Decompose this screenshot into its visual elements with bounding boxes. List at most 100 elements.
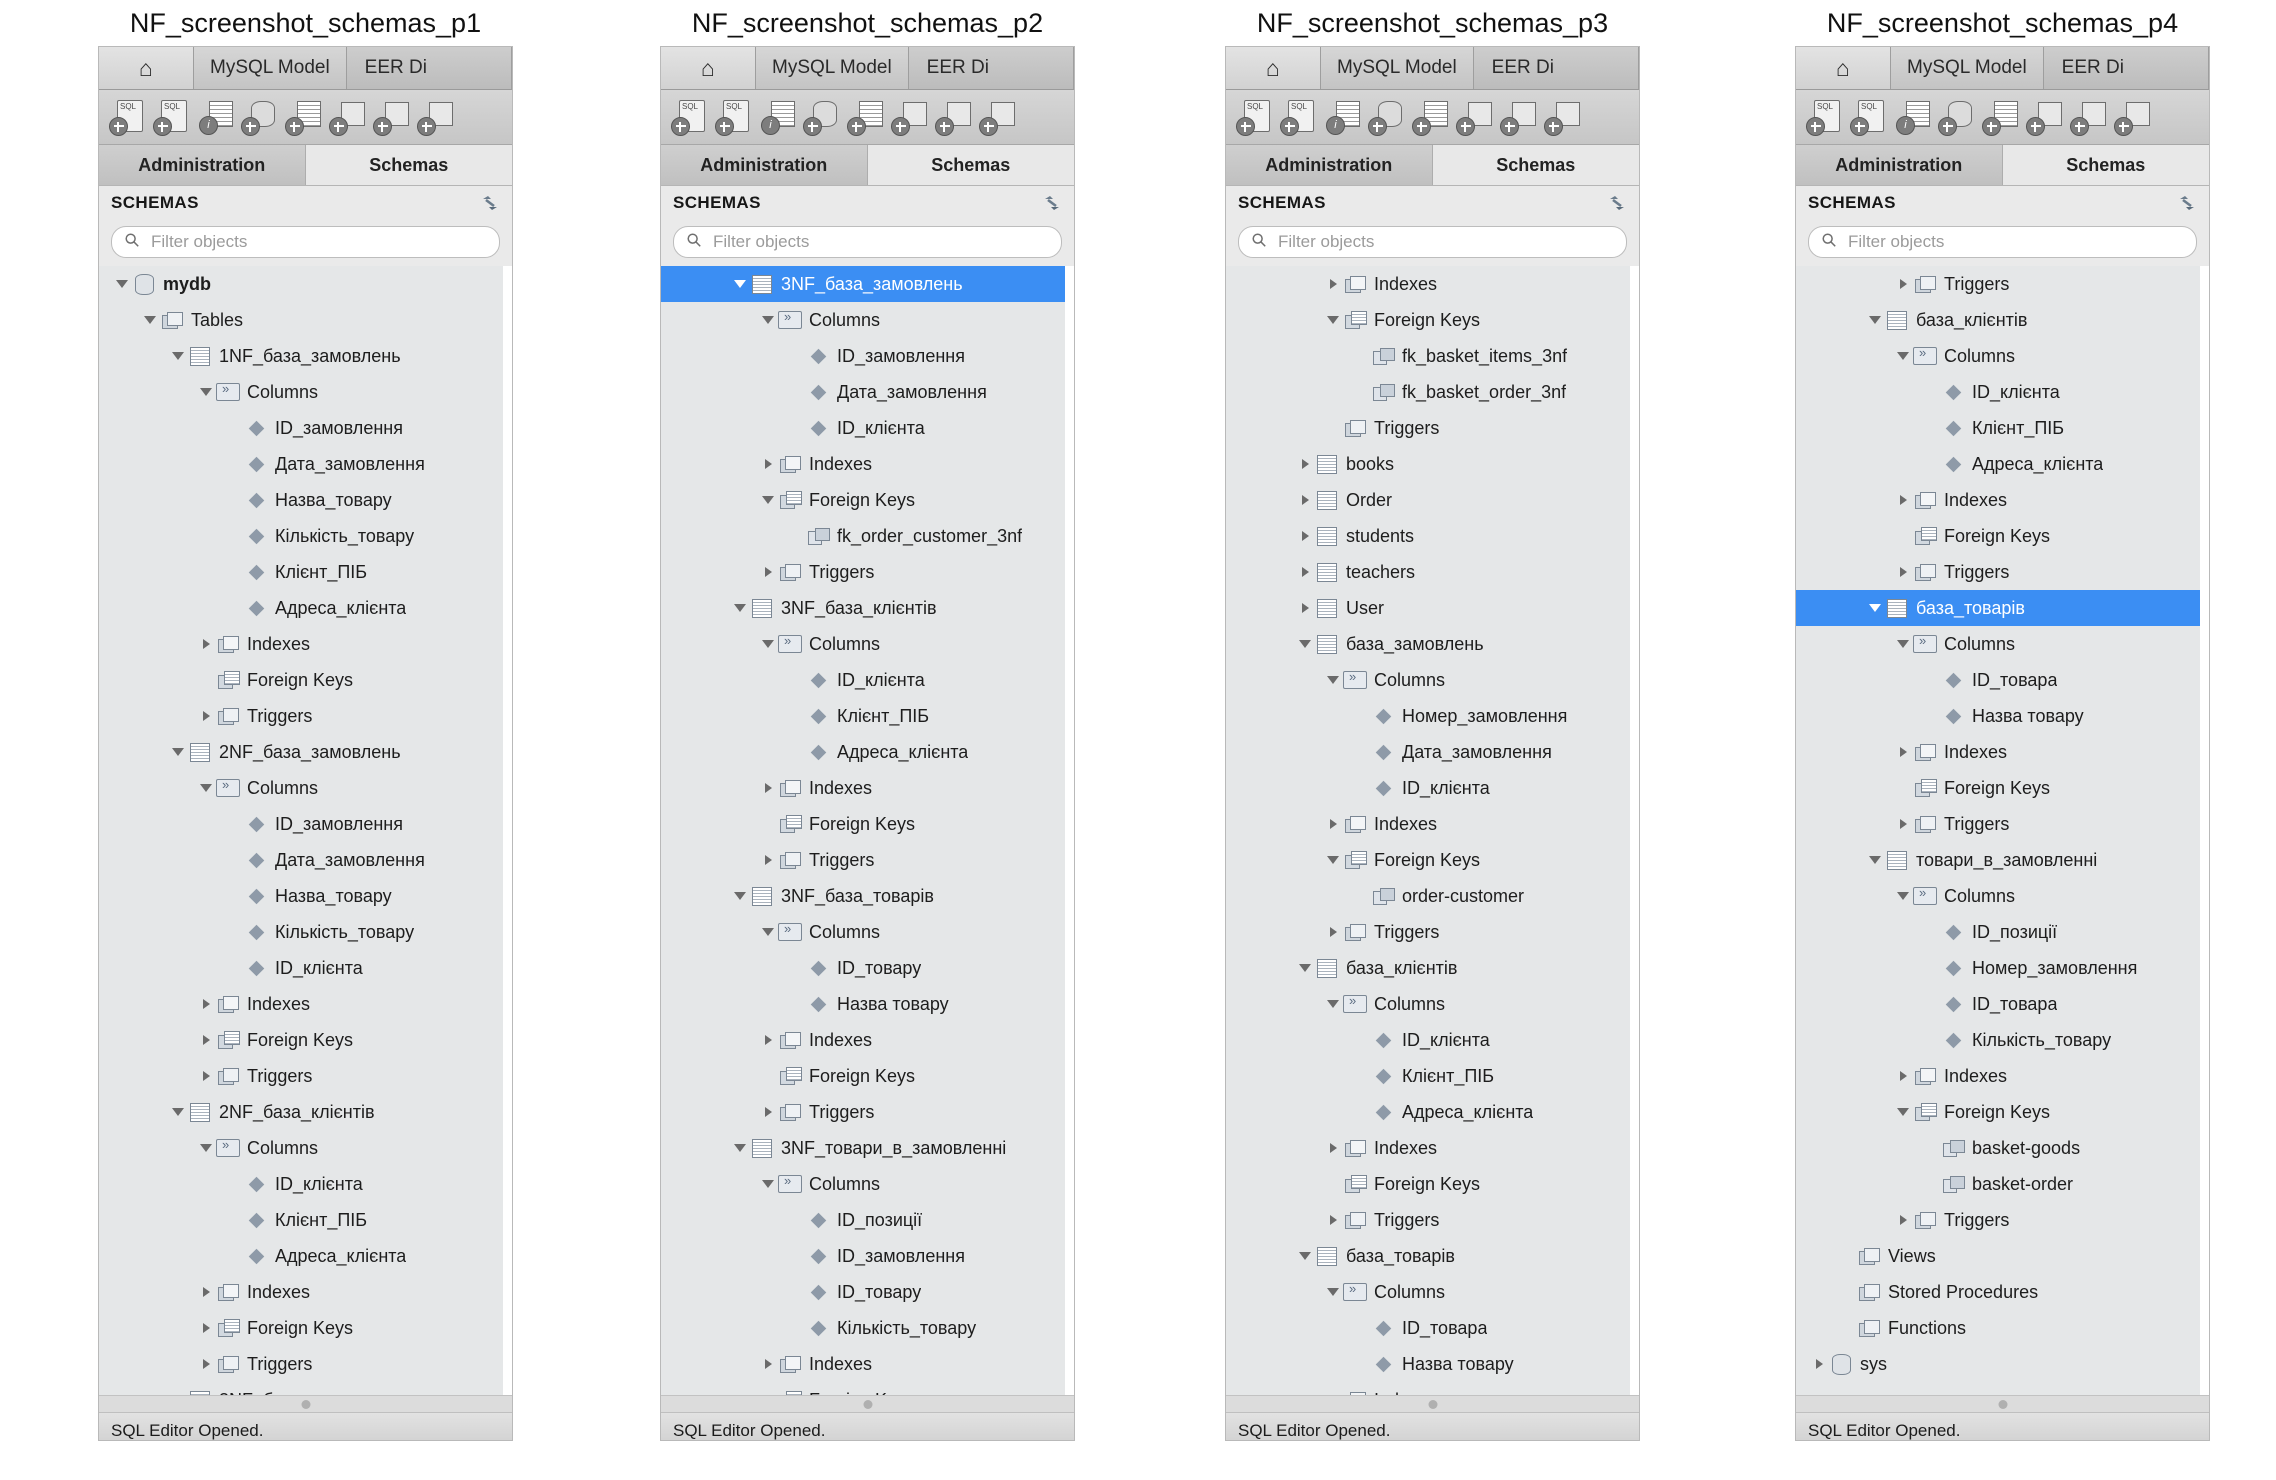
- toolbar-icon-new-table[interactable]: [1412, 98, 1450, 136]
- chevron-right-icon[interactable]: [759, 567, 777, 577]
- tree-row[interactable]: ID_клієнта: [99, 1166, 512, 1202]
- tree-row[interactable]: Клієнт_ПІБ: [661, 698, 1074, 734]
- horizontal-scrollbar[interactable]: [99, 1395, 512, 1412]
- toolbar-icon-info[interactable]: i: [1894, 98, 1932, 136]
- tab-administration[interactable]: Administration: [1796, 145, 2003, 185]
- refresh-icon[interactable]: [1042, 193, 1062, 213]
- tree-row[interactable]: Адреса_клієнта: [661, 734, 1074, 770]
- tab-schemas[interactable]: Schemas: [305, 145, 512, 185]
- toolbar-icon-new-schema[interactable]: [1368, 98, 1406, 136]
- toolbar-icon-new-sql[interactable]: [1806, 98, 1844, 136]
- tree-row[interactable]: 3NF_база_замовлень: [661, 266, 1074, 302]
- tree-row[interactable]: Кількість_товару: [1796, 1022, 2209, 1058]
- tree-row[interactable]: ID_замовлення: [99, 806, 512, 842]
- tree-row[interactable]: ID_клієнта: [661, 410, 1074, 446]
- chevron-down-icon[interactable]: [1324, 1000, 1342, 1008]
- chevron-right-icon[interactable]: [197, 999, 215, 1009]
- tree-row[interactable]: Foreign Keys: [1796, 1094, 2209, 1130]
- chevron-right-icon[interactable]: [759, 459, 777, 469]
- toolbar-icon-new-func[interactable]: [417, 98, 455, 136]
- toolbar-icon-new-table[interactable]: [285, 98, 323, 136]
- tree-row[interactable]: ID_клієнта: [99, 950, 512, 986]
- toolbar-icon-info[interactable]: i: [1324, 98, 1362, 136]
- tree-row[interactable]: Номер_замовлення: [1226, 698, 1639, 734]
- toolbar-icon-info[interactable]: i: [759, 98, 797, 136]
- chevron-down-icon[interactable]: [169, 748, 187, 756]
- tab-mysql-model[interactable]: MySQL Model: [194, 47, 347, 89]
- filter-box[interactable]: [1808, 226, 2197, 258]
- chevron-down-icon[interactable]: [731, 892, 749, 900]
- tab-mysql-model[interactable]: MySQL Model: [1891, 47, 2044, 89]
- chevron-down-icon[interactable]: [169, 1108, 187, 1116]
- toolbar-icon-open-sql[interactable]: [1280, 98, 1318, 136]
- chevron-right-icon[interactable]: [1324, 927, 1342, 937]
- chevron-right-icon[interactable]: [1324, 1215, 1342, 1225]
- tree-row[interactable]: Indexes: [99, 986, 512, 1022]
- tree-row[interactable]: mydb: [99, 266, 512, 302]
- tree-row[interactable]: Triggers: [1796, 266, 2209, 302]
- chevron-down-icon[interactable]: [731, 280, 749, 288]
- chevron-down-icon[interactable]: [1894, 352, 1912, 360]
- tree-row[interactable]: Клієнт_ПІБ: [99, 554, 512, 590]
- toolbar-icon-new-schema[interactable]: [803, 98, 841, 136]
- tree-row[interactable]: 3NF_база_клієнтів: [661, 590, 1074, 626]
- tree-row[interactable]: Stored Procedures: [1796, 1274, 2209, 1310]
- tab-administration[interactable]: Administration: [1226, 145, 1433, 185]
- tree-row[interactable]: Адреса_клієнта: [1226, 1094, 1639, 1130]
- tree-row[interactable]: Triggers: [1796, 1202, 2209, 1238]
- tree-row[interactable]: Indexes: [661, 1022, 1074, 1058]
- toolbar-icon-open-sql[interactable]: [1850, 98, 1888, 136]
- chevron-down-icon[interactable]: [1894, 892, 1912, 900]
- tree-row[interactable]: ID_позиції: [1796, 914, 2209, 950]
- tab-home[interactable]: ⌂: [1226, 47, 1321, 89]
- chevron-right-icon[interactable]: [1324, 1143, 1342, 1153]
- tree-row[interactable]: Indexes: [661, 1346, 1074, 1382]
- tree-row[interactable]: Indexes: [1226, 806, 1639, 842]
- tab-eer-diagram[interactable]: EER Di: [1473, 47, 1639, 89]
- tree-row[interactable]: fk_order_customer_3nf: [661, 518, 1074, 554]
- tree-row[interactable]: Indexes: [99, 1274, 512, 1310]
- tree-row[interactable]: Назва товару: [1796, 698, 2209, 734]
- chevron-right-icon[interactable]: [197, 1287, 215, 1297]
- tree-row[interactable]: 3NF_база_замовлень: [99, 1382, 512, 1395]
- tree-row[interactable]: Назва_товару: [99, 482, 512, 518]
- tree-row[interactable]: Назва товару: [661, 986, 1074, 1022]
- tree-row[interactable]: Columns: [661, 914, 1074, 950]
- chevron-right-icon[interactable]: [1296, 495, 1314, 505]
- tree-row[interactable]: база_товарів: [1796, 590, 2209, 626]
- tree-row[interactable]: Indexes: [99, 626, 512, 662]
- tree-row[interactable]: Columns: [1796, 878, 2209, 914]
- tree-row[interactable]: Triggers: [99, 1346, 512, 1382]
- tree-row[interactable]: Foreign Keys: [99, 662, 512, 698]
- tree-row[interactable]: Кількість_товару: [99, 914, 512, 950]
- tree-row[interactable]: Foreign Keys: [1226, 842, 1639, 878]
- chevron-down-icon[interactable]: [1866, 316, 1884, 324]
- tree-row[interactable]: Foreign Keys: [661, 806, 1074, 842]
- chevron-right-icon[interactable]: [197, 1071, 215, 1081]
- tab-eer-diagram[interactable]: EER Di: [2043, 47, 2209, 89]
- tree-row[interactable]: fk_basket_items_3nf: [1226, 338, 1639, 374]
- chevron-down-icon[interactable]: [731, 604, 749, 612]
- tree-row[interactable]: база_товарів: [1226, 1238, 1639, 1274]
- tree-row[interactable]: Дата_замовлення: [99, 842, 512, 878]
- tree-row[interactable]: basket-order: [1796, 1166, 2209, 1202]
- tree-row[interactable]: Кількість_товару: [661, 1310, 1074, 1346]
- chevron-down-icon[interactable]: [1324, 1288, 1342, 1296]
- tree-row[interactable]: ID_клієнта: [1226, 1022, 1639, 1058]
- tree-row[interactable]: Indexes: [661, 770, 1074, 806]
- tree-row[interactable]: 3NF_товари_в_замовленні: [661, 1130, 1074, 1166]
- chevron-right-icon[interactable]: [197, 1035, 215, 1045]
- tree-row[interactable]: sys: [1796, 1346, 2209, 1382]
- chevron-down-icon[interactable]: [197, 1144, 215, 1152]
- tree-row[interactable]: Functions: [1796, 1310, 2209, 1346]
- tree-row[interactable]: товари_в_замовленні: [1796, 842, 2209, 878]
- chevron-right-icon[interactable]: [1296, 531, 1314, 541]
- tree-row[interactable]: Columns: [99, 770, 512, 806]
- tree-row[interactable]: Клієнт_ПІБ: [1226, 1058, 1639, 1094]
- chevron-right-icon[interactable]: [1296, 603, 1314, 613]
- tree-row[interactable]: Адреса_клієнта: [1796, 446, 2209, 482]
- toolbar-icon-new-func[interactable]: [2114, 98, 2152, 136]
- scrollbar-knob[interactable]: [1998, 1400, 2007, 1409]
- toolbar-icon-new-sql[interactable]: [1236, 98, 1274, 136]
- tree-row[interactable]: Triggers: [1226, 410, 1639, 446]
